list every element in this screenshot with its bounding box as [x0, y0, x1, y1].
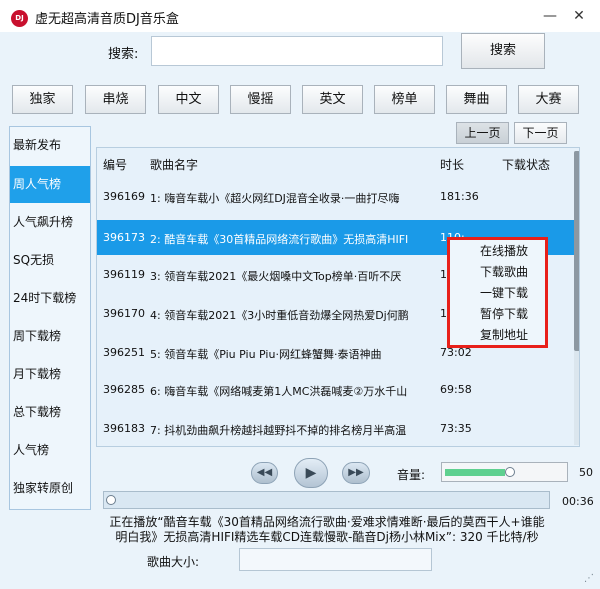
- category-button-dance[interactable]: 舞曲: [446, 85, 507, 114]
- sidebar-item-rising[interactable]: 人气飙升榜: [10, 204, 90, 241]
- scrollbar-thumb[interactable]: [574, 151, 579, 351]
- close-button[interactable]: ✕: [566, 5, 592, 27]
- table-row[interactable]: 396169 1: 嗨音车载小《超火网红DJ混音全收录·一曲打尽嗨 181:36: [97, 179, 575, 214]
- row-name: 3: 领音车载2021《最火烟嗓中文Top榜单·百听不厌: [150, 270, 402, 283]
- song-size-label: 歌曲大小:: [147, 555, 200, 569]
- sidebar: 最新发布 周人气榜 人气飙升榜 SQ无损 24时下载榜 周下载榜 月下载榜 总下…: [9, 126, 91, 510]
- sidebar-item-monthly-downloads[interactable]: 月下载榜: [10, 356, 90, 393]
- row-id: 396173: [103, 231, 145, 244]
- menu-item-copy-address[interactable]: 复制地址: [480, 326, 528, 343]
- next-track-icon[interactable]: ▶▶: [342, 462, 370, 484]
- time-readout: 00:36: [562, 495, 594, 508]
- sidebar-item-weekly-downloads[interactable]: 周下载榜: [10, 318, 90, 355]
- search-button[interactable]: 搜索: [461, 33, 545, 69]
- list-scrollbar[interactable]: [574, 151, 579, 445]
- next-page-button[interactable]: 下一页: [514, 122, 567, 144]
- category-button-exclusive[interactable]: 独家: [12, 85, 73, 114]
- sidebar-item-latest[interactable]: 最新发布: [10, 127, 90, 164]
- row-name: 1: 嗨音车载小《超火网红DJ混音全收录·一曲打尽嗨: [150, 192, 400, 205]
- row-name: 6: 嗨音车载《网络喊麦第1人MC洪磊喊麦②万水千山: [150, 385, 408, 398]
- category-button-english[interactable]: 英文: [302, 85, 363, 114]
- progress-thumb[interactable]: [106, 495, 116, 505]
- category-button-chinese[interactable]: 中文: [158, 85, 219, 114]
- category-button-charts[interactable]: 榜单: [374, 85, 435, 114]
- app-logo-icon: DJ: [11, 10, 28, 27]
- table-row[interactable]: 396285 6: 嗨音车载《网络喊麦第1人MC洪磊喊麦②万水千山 69:58: [97, 372, 575, 407]
- sidebar-item-exclusive-original[interactable]: 独家转原创: [10, 470, 90, 507]
- app-title: 虚无超高清音质DJ音乐盒: [35, 12, 179, 27]
- now-playing-text: 正在播放“酷音车载《30首精品网络流行歌曲·爱难求情难断·最后的莫西干人+谁能明…: [109, 515, 545, 544]
- row-duration: 181:36: [440, 190, 479, 203]
- sidebar-item-24h-downloads[interactable]: 24时下载榜: [10, 280, 90, 317]
- sidebar-item-weekly-popular[interactable]: 周人气榜: [10, 166, 90, 203]
- volume-fill: [445, 469, 505, 476]
- sidebar-item-sq-lossless[interactable]: SQ无损: [10, 242, 90, 279]
- row-id: 396170: [103, 307, 145, 320]
- menu-item-pause-download[interactable]: 暂停下载: [480, 305, 528, 322]
- header-status[interactable]: 下载状态: [502, 156, 550, 173]
- list-header: 编号 歌曲名字 时长 下载状态: [97, 148, 579, 176]
- menu-item-play-online[interactable]: 在线播放: [480, 242, 528, 259]
- header-id[interactable]: 编号: [103, 156, 127, 173]
- resize-grip-icon[interactable]: ⋰: [584, 573, 594, 584]
- prev-page-button[interactable]: 上一页: [456, 122, 509, 144]
- menu-item-one-click-download[interactable]: 一键下载: [480, 284, 528, 301]
- search-label: 搜索:: [108, 47, 139, 62]
- header-duration[interactable]: 时长: [440, 156, 464, 173]
- row-id: 396183: [103, 422, 145, 435]
- sidebar-item-total-downloads[interactable]: 总下载榜: [10, 394, 90, 431]
- category-button-medley[interactable]: 串烧: [85, 85, 146, 114]
- category-button-contest[interactable]: 大赛: [518, 85, 579, 114]
- search-input[interactable]: [151, 36, 443, 66]
- minimize-button[interactable]: —: [537, 5, 563, 27]
- previous-track-icon[interactable]: ◀◀: [251, 462, 278, 484]
- progress-bar[interactable]: [103, 491, 550, 509]
- sidebar-item-popular[interactable]: 人气榜: [10, 432, 90, 469]
- row-id: 396119: [103, 268, 145, 281]
- volume-value: 50: [579, 466, 593, 479]
- play-icon[interactable]: ▶: [294, 458, 328, 488]
- row-name: 2: 酷音车载《30首精品网络流行歌曲》无损高清HIFI: [150, 233, 409, 246]
- row-duration: 73:35: [440, 422, 472, 435]
- volume-label: 音量:: [397, 468, 426, 482]
- menu-item-download-song[interactable]: 下载歌曲: [480, 263, 528, 280]
- row-duration: 1: [440, 268, 447, 281]
- row-name: 5: 领音车载《Piu Piu Piu·网红蜂蟹舞·泰语神曲: [150, 348, 382, 361]
- row-duration: 69:58: [440, 383, 472, 396]
- table-row[interactable]: 396183 7: 抖机劲曲飙升榜越抖越野抖不掉的排名榜月半高温 73:35: [97, 411, 575, 446]
- row-id: 396169: [103, 190, 145, 203]
- song-size-field: [239, 548, 432, 571]
- volume-slider[interactable]: [441, 462, 568, 482]
- category-button-slow-rock[interactable]: 慢摇: [230, 85, 291, 114]
- row-id: 396285: [103, 383, 145, 396]
- title-bar: DJ 虚无超高清音质DJ音乐盒 — ✕: [0, 0, 600, 32]
- row-duration: 1: [440, 307, 447, 320]
- volume-thumb[interactable]: [505, 467, 515, 477]
- context-menu: 在线播放 下载歌曲 一键下载 暂停下载 复制地址: [447, 237, 548, 348]
- row-name: 4: 领音车载2021《3小时重低音劲爆全网热爱Dj何鹏: [150, 309, 409, 322]
- row-name: 7: 抖机劲曲飙升榜越抖越野抖不掉的排名榜月半高温: [150, 424, 407, 437]
- row-id: 396251: [103, 346, 145, 359]
- header-name[interactable]: 歌曲名字: [150, 156, 198, 173]
